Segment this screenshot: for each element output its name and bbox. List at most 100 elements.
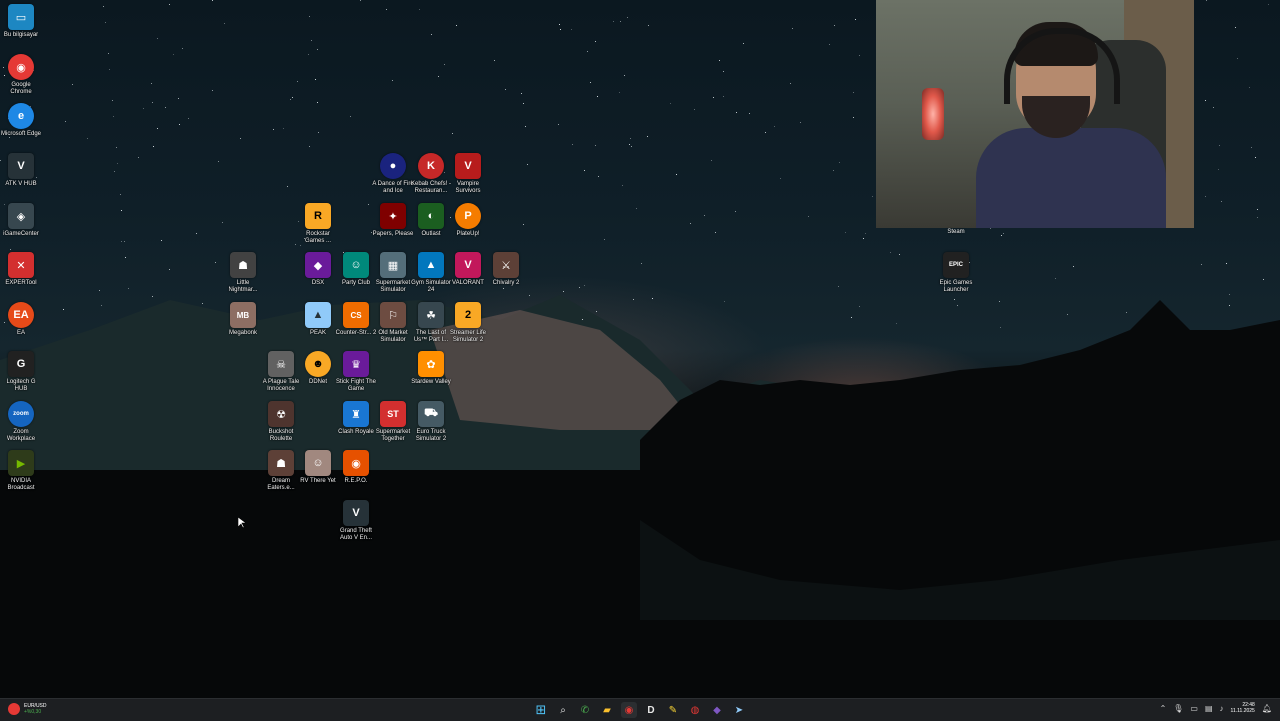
file-explorer-taskbar-icon[interactable]: ▰ [599, 702, 615, 718]
papers-please-icon: ✦ [380, 203, 406, 229]
notes-taskbar-icon[interactable]: ✎ [665, 702, 681, 718]
star [563, 291, 564, 292]
star [647, 136, 648, 137]
red-app-taskbar-icon[interactable]: ◍ [687, 702, 703, 718]
star [690, 223, 691, 224]
star [584, 285, 585, 286]
desktop-icon-gta-v[interactable]: V Grand Theft Auto V En... [335, 500, 377, 542]
star [350, 116, 351, 117]
desktop-icon-last-of-us[interactable]: ☘ The Last of Us™ Part I... [410, 302, 452, 344]
desktop-icon-stardew-valley[interactable]: ✿ Stardew Valley [410, 351, 452, 386]
desktop-icon-clash-royale[interactable]: ♜ Clash Royale [335, 401, 377, 436]
battery-icon[interactable]: ▭ [1190, 704, 1198, 713]
desktop-icon-supermarket-together[interactable]: ST Supermarket Together [372, 401, 414, 443]
star [723, 71, 724, 72]
ea-icon: EA [8, 302, 34, 328]
star [631, 146, 632, 147]
star [630, 138, 631, 139]
desktop-icon-igamecenter[interactable]: ◈ iGameCenter [0, 203, 42, 238]
star [386, 9, 387, 10]
desktop-icon-rockstar[interactable]: R Rockstar Games ... [297, 203, 339, 245]
desktop-icon-ddnet[interactable]: ☻ DDNet [297, 351, 339, 386]
desktop-icon-zoom[interactable]: zoom Zoom Workplace [0, 401, 42, 443]
desktop-icon-plateup[interactable]: P PlateUp! [447, 203, 489, 238]
edge-icon: e [8, 103, 34, 129]
star [735, 211, 736, 212]
monitor-icon: ▭ [8, 4, 34, 30]
desktop-icon-nvidia[interactable]: ▶ NVIDIA Broadcast [0, 450, 42, 492]
desktop-icon-party-club[interactable]: ☺ Party Club [335, 252, 377, 287]
desktop-icon-rv-there-yet[interactable]: ☺ RV There Yet [297, 450, 339, 485]
search-button[interactable]: ⌕ [555, 702, 571, 718]
desktop-icon-ea[interactable]: EA EA [0, 302, 42, 337]
desktop-icon-experttool[interactable]: ✕ EXPERTool [0, 252, 42, 287]
desktop-icon-outlast[interactable]: ◐ Outlast [410, 203, 452, 238]
euro-truck-icon: ⛟ [418, 401, 444, 427]
star [890, 252, 891, 253]
desktop-icon-epic-games[interactable]: EPIC Epic Games Launcher [935, 252, 977, 294]
desktop-icon-vampire-survivors[interactable]: V Vampire Survivors [447, 153, 489, 195]
network-icon[interactable]: ▤ [1205, 704, 1213, 713]
app-d-taskbar-icon[interactable]: D [643, 702, 659, 718]
desktop-icon-this-pc[interactable]: ▭ Bu bilgisayar [0, 4, 42, 39]
star [112, 100, 113, 101]
currency-widget[interactable]: EUR/USD +%0,30 [8, 703, 47, 715]
desktop-icon-valorant[interactable]: V VALORANT [447, 252, 489, 287]
start-button[interactable]: ⊞ [533, 702, 549, 718]
desktop-icon-dream-eaters[interactable]: ☗ Dream Eaters.e... [260, 450, 302, 492]
kebab-chefs-icon: K [418, 153, 444, 179]
star [1268, 4, 1269, 5]
desktop-icon-kebab-chefs[interactable]: K Kebab Chefs! - Restauran... [410, 153, 452, 195]
desktop-icon-edge[interactable]: e Microsoft Edge [0, 103, 42, 138]
desktop-icon-chivalry[interactable]: ⚔ Chivalry 2 [485, 252, 527, 287]
star [838, 286, 839, 287]
star [212, 90, 213, 91]
desktop-icon-stick-fight[interactable]: ♛ Stick Fight The Game [335, 351, 377, 393]
chrome-taskbar-icon[interactable]: ◉ [621, 702, 637, 718]
star [641, 263, 642, 264]
microphone-icon[interactable]: 🎙︎ [1173, 704, 1183, 713]
streamer-body [976, 128, 1166, 228]
steam-taskbar-icon[interactable]: ➤ [731, 702, 747, 718]
star [859, 306, 860, 307]
desktop-icon-repo[interactable]: ◉ R.E.P.O. [335, 450, 377, 485]
star [999, 301, 1000, 302]
desktop-icon-dance-of-fire[interactable]: ● A Dance of Fire and Ice [372, 153, 414, 195]
desktop-icon-peak[interactable]: ▲ PEAK [297, 302, 339, 337]
star [800, 122, 801, 123]
desktop-icon-supermarket-simulator[interactable]: ▦ Supermarket Simulator [372, 252, 414, 294]
star [300, 245, 301, 246]
whatsapp-taskbar-icon[interactable]: ✆ [577, 702, 593, 718]
star [792, 28, 793, 29]
star [218, 161, 219, 162]
clock[interactable]: 22:48 11.11.2025 [1231, 702, 1255, 714]
desktop-icon-old-market[interactable]: ⚐ Old Market Simulator [372, 302, 414, 344]
desktop-icon-counter-strike[interactable]: CS Counter-Str... 2 [335, 302, 377, 337]
desktop-icon-atk[interactable]: V ATK V HUB [0, 153, 42, 188]
desktop-icon-gym-simulator[interactable]: ▲ Gym Simulator 24 [410, 252, 452, 294]
desktop-icon-papers-please[interactable]: ✦ Papers, Please [372, 203, 414, 238]
star [990, 228, 991, 229]
desktop-icon-dsx[interactable]: ◆ DSX [297, 252, 339, 287]
desktop-icon-buckshot-roulette[interactable]: ☢ Buckshot Roulette [260, 401, 302, 443]
supermarket-simulator-icon: ▦ [380, 252, 406, 278]
volume-icon[interactable]: ♪ [1220, 704, 1224, 713]
steam-desktop-label[interactable]: Steam [938, 229, 974, 235]
desktop-icon-chrome[interactable]: ◉ Google Chrome [0, 54, 42, 96]
star [152, 296, 153, 297]
desktop-icon-megabonk[interactable]: MB Megabonk [222, 302, 264, 337]
desktop-icon-little-nightmares[interactable]: ☗ Little Nightmar... [222, 252, 264, 294]
star [116, 147, 117, 148]
desktop-icon-streamer-life[interactable]: 2 Streamer Life Simulator 2 [447, 302, 489, 344]
plague-tale-icon: ☠ [268, 351, 294, 377]
star [292, 97, 293, 98]
star [169, 269, 170, 270]
chevron-up-icon[interactable]: ⌃ [1160, 704, 1167, 713]
teams-taskbar-icon[interactable]: ◆ [709, 702, 725, 718]
notification-bell-icon[interactable]: 🔔︎ [1262, 704, 1272, 713]
desktop-icon-logitech[interactable]: G Logitech G HUB [0, 351, 42, 393]
desktop-icon-plague-tale[interactable]: ☠ A Plague Tale Innocence [260, 351, 302, 393]
star [633, 299, 634, 300]
desktop-icon-euro-truck[interactable]: ⛟ Euro Truck Simulator 2 [410, 401, 452, 443]
streamer-life-icon: 2 [455, 302, 481, 328]
